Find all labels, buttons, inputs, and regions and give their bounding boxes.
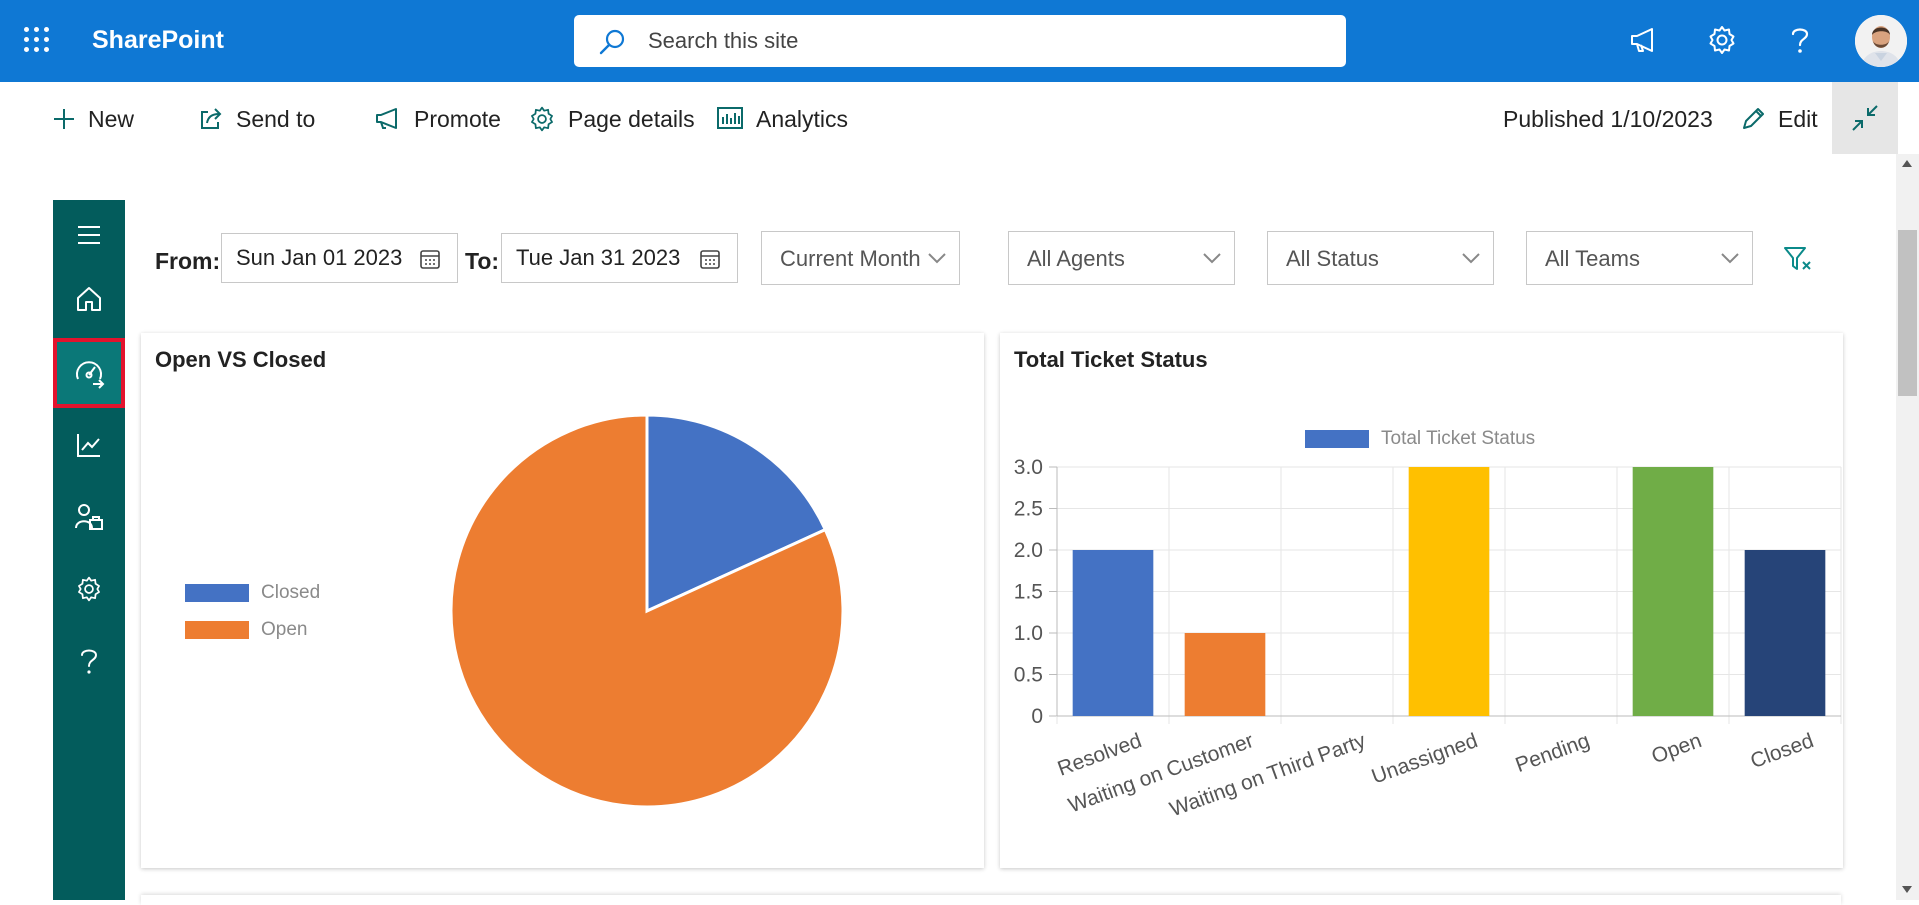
new-label: New: [88, 105, 135, 132]
megaphone-icon: [376, 108, 397, 129]
gear-icon: [531, 106, 553, 132]
user-photo-icon: [1855, 15, 1907, 67]
bar-closed[interactable]: [1744, 550, 1826, 716]
y-tick-label: 2.5: [1014, 498, 1043, 521]
people-icon: [75, 504, 103, 530]
bar-unassigned[interactable]: [1408, 467, 1490, 716]
settings-icon: [78, 576, 100, 602]
menu-icon: [78, 226, 100, 244]
dashboard-icon: [76, 361, 105, 389]
nav-settings[interactable]: [53, 554, 125, 624]
status-value: All Status: [1286, 246, 1379, 271]
plus-icon: [54, 109, 74, 129]
y-tick-label: 1.5: [1014, 581, 1043, 604]
chevron-down-icon: [1462, 253, 1480, 264]
help-icon[interactable]: [1786, 24, 1814, 56]
teams-value: All Teams: [1545, 246, 1640, 271]
analytics-icon: [717, 107, 743, 129]
edit-label: Edit: [1778, 105, 1818, 132]
megaphone-icon[interactable]: [1628, 24, 1660, 56]
search-input[interactable]: [646, 21, 1330, 61]
nav-agents[interactable]: [53, 482, 125, 552]
x-tick-label: Closed: [1747, 729, 1816, 773]
open-vs-closed-card: Open VS Closed Closed Open: [141, 333, 984, 868]
to-date-value: Tue Jan 31 2023: [516, 245, 681, 270]
avatar[interactable]: [1855, 15, 1907, 67]
y-tick-label: 2.0: [1014, 539, 1043, 562]
chevron-down-icon: [928, 253, 946, 264]
nav-dashboard[interactable]: [53, 338, 125, 408]
send-to-label: Send to: [236, 105, 316, 132]
analytics-label: Analytics: [756, 105, 849, 132]
scroll-down-arrow[interactable]: [1902, 886, 1912, 893]
promote-button[interactable]: Promote: [374, 104, 501, 134]
calendar-icon[interactable]: [419, 248, 441, 270]
pie-chart: [449, 413, 845, 809]
collapse-button[interactable]: [1832, 82, 1898, 154]
clear-filter-icon[interactable]: [1783, 245, 1813, 273]
to-date-picker[interactable]: Tue Jan 31 2023: [501, 233, 738, 283]
nav-reports[interactable]: [53, 410, 125, 480]
command-bar: New Send to Promote Page details Analyti…: [0, 82, 1919, 154]
total-ticket-status-card: Total Ticket Status Total Ticket Status …: [1000, 333, 1843, 868]
scroll-up-arrow[interactable]: [1902, 160, 1912, 167]
share-icon: [201, 108, 222, 129]
y-tick-label: 1.0: [1014, 622, 1043, 645]
bar-waiting-on-customer[interactable]: [1184, 633, 1266, 716]
from-date-picker[interactable]: Sun Jan 01 2023: [221, 233, 458, 283]
x-tick-label: Pending: [1512, 729, 1592, 777]
nav-home[interactable]: [53, 264, 125, 334]
send-to-button[interactable]: Send to: [198, 104, 315, 134]
x-tick-label: Waiting on Third Party: [1167, 729, 1369, 821]
period-value: Current Month: [780, 246, 921, 271]
to-label: To:: [465, 248, 500, 274]
from-date-value: Sun Jan 01 2023: [236, 245, 403, 270]
bar-resolved[interactable]: [1072, 550, 1154, 716]
calendar-icon[interactable]: [699, 248, 721, 270]
teams-dropdown[interactable]: All Teams: [1526, 231, 1753, 285]
y-tick-label: 3.0: [1014, 456, 1043, 479]
y-tick-label: 0.5: [1014, 664, 1043, 687]
promote-label: Promote: [414, 105, 501, 132]
x-tick-label: Open: [1649, 729, 1705, 768]
page-details-label: Page details: [568, 105, 695, 132]
analytics-button[interactable]: Analytics: [716, 104, 848, 134]
line-chart-icon: [77, 434, 100, 457]
period-dropdown[interactable]: Current Month: [761, 231, 960, 285]
pencil-icon: [1743, 108, 1764, 129]
search-icon: [599, 29, 625, 55]
x-tick-label: Unassigned: [1369, 729, 1481, 789]
scrollbar-thumb[interactable]: [1898, 230, 1917, 396]
new-button[interactable]: New: [52, 104, 134, 134]
chevron-down-icon: [1203, 253, 1221, 264]
chevron-down-icon: [1721, 253, 1739, 264]
y-tick-label: 0: [1031, 705, 1043, 728]
published-status: Published 1/10/2023: [1503, 106, 1713, 132]
app-launcher-icon[interactable]: [24, 27, 50, 53]
status-dropdown[interactable]: All Status: [1267, 231, 1494, 285]
home-icon: [77, 287, 101, 311]
page-details-button[interactable]: Page details: [528, 104, 695, 134]
from-label: From:: [155, 248, 221, 274]
agents-value: All Agents: [1027, 246, 1125, 271]
brand-title[interactable]: SharePoint: [92, 26, 224, 55]
collapse-icon: [1852, 105, 1878, 131]
suite-bar: SharePoint: [0, 0, 1919, 82]
x-tick-label: Waiting on Customer: [1065, 729, 1256, 817]
bar-chart: 00.51.01.52.02.53.0ResolvedWaiting on Cu…: [1014, 456, 1842, 821]
site-search[interactable]: [574, 15, 1346, 67]
left-nav: [53, 200, 125, 900]
help-icon: [81, 649, 98, 674]
settings-icon[interactable]: [1706, 24, 1738, 56]
bar-open[interactable]: [1632, 467, 1714, 716]
next-card-edge: [141, 895, 1841, 905]
edit-button[interactable]: Edit: [1740, 104, 1818, 134]
nav-menu[interactable]: [53, 200, 125, 270]
nav-help[interactable]: [53, 626, 125, 696]
agents-dropdown[interactable]: All Agents: [1008, 231, 1235, 285]
